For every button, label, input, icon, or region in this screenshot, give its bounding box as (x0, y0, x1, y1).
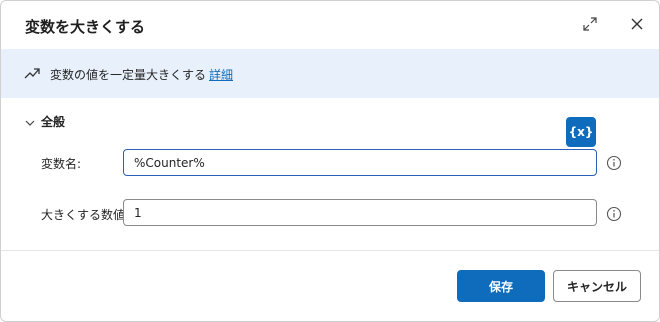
trending-up-icon (24, 68, 40, 79)
chevron-down-icon (25, 120, 35, 126)
increase-by-label: 大きくする数値: (41, 208, 130, 222)
details-link[interactable]: 詳細 (209, 68, 233, 82)
cancel-button[interactable]: キャンセル (553, 270, 641, 302)
increase-variable-dialog: 変数を大きくする 変数の値を一定量大きくする詳細 全般 {x} 変数名: 大きく… (0, 0, 660, 322)
footer-divider (1, 250, 659, 251)
expand-icon[interactable] (581, 15, 599, 33)
variable-name-label: 変数名: (41, 157, 82, 171)
section-label: 全般 (41, 115, 66, 129)
increase-by-info-icon[interactable] (606, 206, 622, 222)
increase-by-input[interactable] (123, 199, 597, 226)
description-label: 変数の値を一定量大きくする (50, 68, 207, 82)
save-button[interactable]: 保存 (457, 270, 545, 302)
description-text: 変数の値を一定量大きくする 詳細 (50, 66, 233, 83)
variable-name-input[interactable] (123, 149, 597, 176)
variable-name-info-icon[interactable] (606, 155, 622, 171)
section-general-toggle[interactable]: 全般 (25, 113, 65, 130)
close-icon[interactable] (627, 14, 647, 34)
description-banner: 変数の値を一定量大きくする 詳細 (1, 49, 659, 98)
dialog-title: 変数を大きくする (25, 18, 146, 36)
variable-picker-button[interactable]: {x} (566, 117, 596, 147)
